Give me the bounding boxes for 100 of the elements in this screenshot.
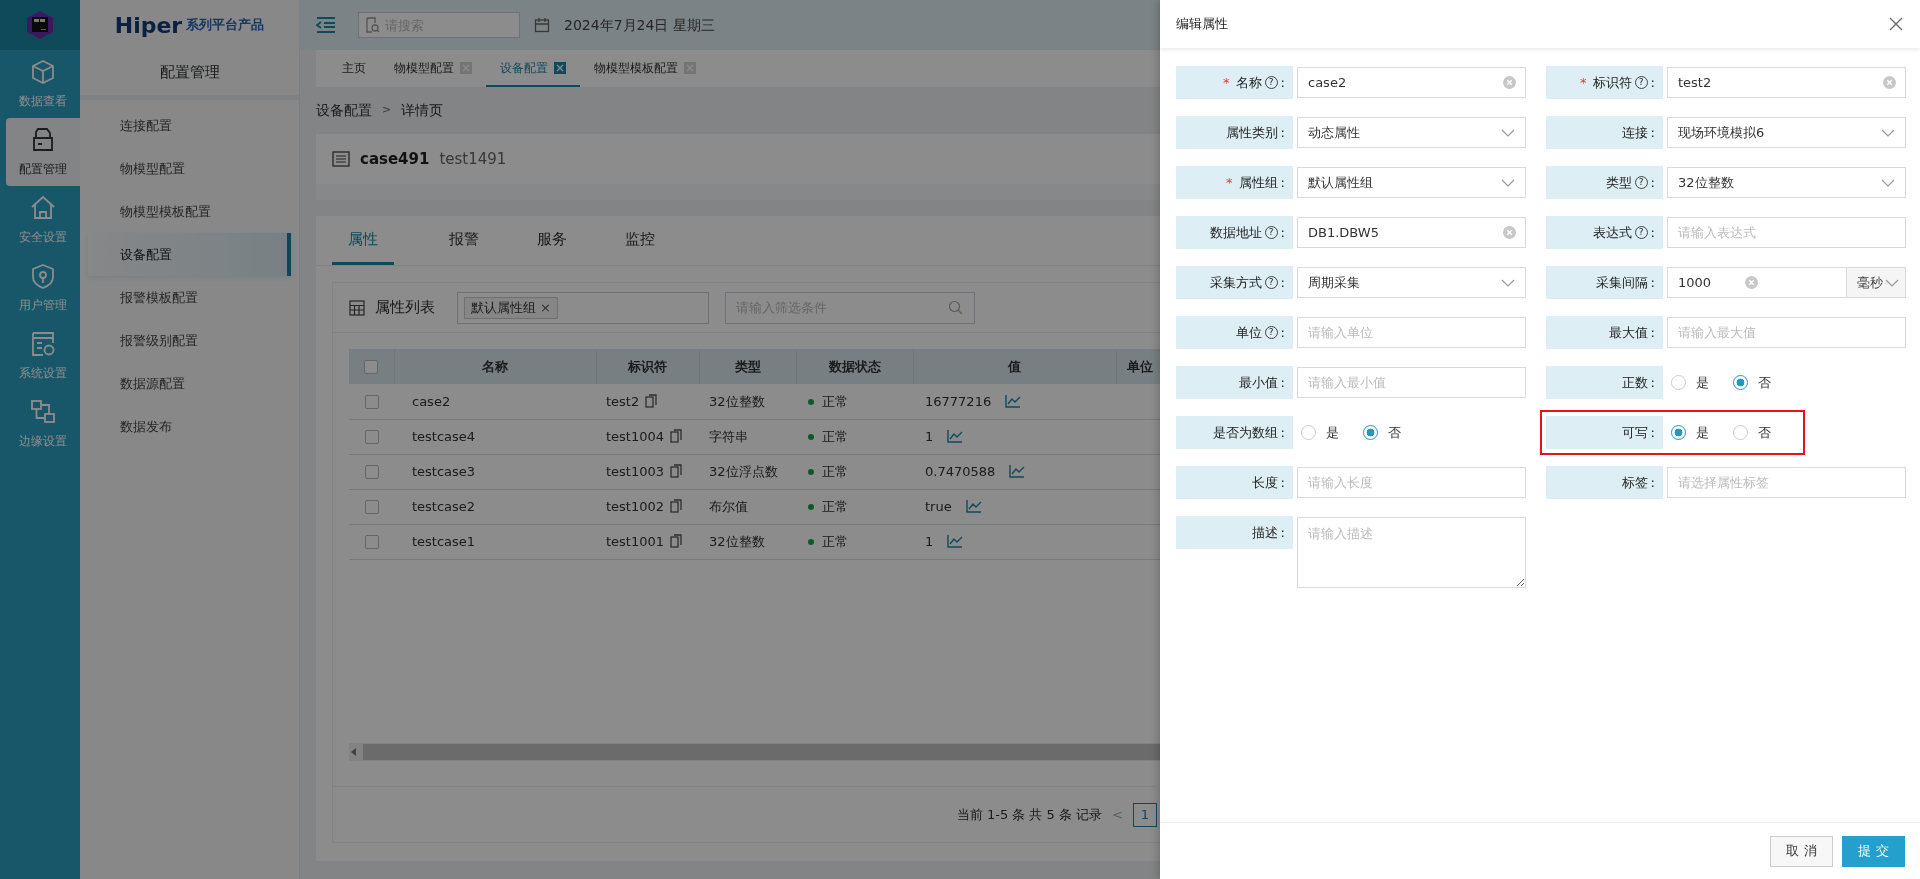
close-button[interactable] <box>1888 16 1904 32</box>
dropdown[interactable]: 默认属性组 <box>1297 167 1526 198</box>
line-chart-icon[interactable] <box>1005 393 1022 408</box>
clear-button[interactable] <box>1503 76 1516 89</box>
rail-nav-item[interactable]: 配置管理 <box>6 118 80 186</box>
chevron-down-icon <box>1885 278 1899 287</box>
radio-option[interactable]: 是 <box>1301 422 1339 443</box>
input-field[interactable]: 请选择属性标签 <box>1667 467 1906 498</box>
page-tab[interactable]: 物模型配置 <box>380 50 486 87</box>
sidebar-item[interactable]: 报警级别配置 <box>88 319 291 362</box>
line-chart-icon[interactable] <box>947 533 964 548</box>
clear-icon <box>1503 226 1516 239</box>
chevron-down-icon <box>1501 178 1515 187</box>
tab-close-icon[interactable] <box>554 61 566 74</box>
page-tab[interactable]: 主页 <box>328 50 380 87</box>
table-cell: 32位浮点数 <box>709 463 778 479</box>
detail-tab[interactable]: 监控 <box>596 216 684 265</box>
sidebar-item[interactable]: 设备配置 <box>88 233 291 276</box>
page-button[interactable]: 1 <box>1133 802 1157 827</box>
status-dot <box>808 399 814 405</box>
label-text: 属性类别 <box>1225 123 1278 142</box>
input-field[interactable]: 请输入最大值 <box>1667 317 1906 348</box>
text-area[interactable]: 请输入描述 <box>1297 517 1526 588</box>
label-text: 连接 <box>1621 123 1648 142</box>
label-text: 长度 <box>1251 473 1278 492</box>
dropdown[interactable]: 动态属性 <box>1297 117 1526 148</box>
clear-button[interactable] <box>1503 226 1516 239</box>
search-icon[interactable] <box>948 299 963 315</box>
input-field[interactable]: test2 <box>1667 67 1906 98</box>
input-field[interactable]: 请输入长度 <box>1297 467 1526 498</box>
line-chart-icon[interactable] <box>965 498 982 513</box>
chevron-down-icon <box>1881 178 1895 187</box>
detail-tab[interactable]: 报警 <box>420 216 508 265</box>
label-colon: : <box>1650 423 1655 442</box>
input-field[interactable]: case2 <box>1297 67 1526 98</box>
copy-icon[interactable] <box>670 428 683 443</box>
breadcrumb-link[interactable]: 设备配置 <box>316 100 372 121</box>
detail-tab[interactable]: 属性 <box>332 216 394 265</box>
row-checkbox[interactable] <box>365 535 379 550</box>
pagination-summary: 当前 1-5 条 共 5 条 记录 <box>956 805 1103 824</box>
dropdown[interactable]: 周期采集 <box>1297 267 1526 298</box>
radio-option[interactable]: 否 <box>1733 372 1771 393</box>
dropdown[interactable]: 现场环境模拟6 <box>1667 117 1906 148</box>
sidebar-item[interactable]: 数据发布 <box>88 405 291 448</box>
radio-option[interactable]: 是 <box>1671 422 1709 443</box>
input-field[interactable]: 请输入表达式 <box>1667 217 1906 248</box>
label-text: 描述 <box>1251 523 1278 542</box>
row-checkbox[interactable] <box>365 395 379 409</box>
input-field[interactable]: 请输入最小值 <box>1297 367 1526 398</box>
submit-button[interactable]: 提 交 <box>1842 835 1905 867</box>
copy-icon[interactable] <box>670 463 683 478</box>
sidebar-item[interactable]: 连接配置 <box>88 104 291 147</box>
device-identifier: test1491 <box>439 148 507 170</box>
label-text: 属性组 <box>1238 173 1278 192</box>
label-text: 数据地址 <box>1209 223 1262 242</box>
chevron-down-icon <box>1881 128 1895 137</box>
group-select[interactable]: 默认属性组 × <box>457 291 709 324</box>
table-cell: 正常 <box>822 533 848 549</box>
label-colon: : <box>1650 473 1655 492</box>
sidebar-item[interactable]: 物模型配置 <box>88 147 291 190</box>
page-tab[interactable]: 设备配置 <box>486 50 580 87</box>
input-field[interactable]: DB1.DBW5 <box>1297 217 1526 248</box>
label-colon: : <box>1280 523 1285 542</box>
row-checkbox[interactable] <box>365 500 379 515</box>
detail-tab[interactable]: 服务 <box>508 216 596 265</box>
table-cell: 1 <box>925 533 934 549</box>
copy-icon[interactable] <box>670 533 683 548</box>
tag-label: 默认属性组 <box>471 298 536 317</box>
sidebar-item[interactable]: 数据源配置 <box>88 362 291 405</box>
label-text: 标识符 <box>1592 73 1632 92</box>
status-dot <box>808 469 814 476</box>
unit-dropdown[interactable]: 毫秒 <box>1846 268 1905 297</box>
select-all-checkbox[interactable] <box>364 360 379 375</box>
line-chart-icon[interactable] <box>1009 463 1026 478</box>
copy-icon[interactable] <box>670 498 683 513</box>
label-colon: : <box>1650 273 1655 292</box>
search-icon <box>364 17 380 33</box>
label-colon: : <box>1280 123 1285 142</box>
clear-button[interactable] <box>1883 76 1896 89</box>
radio-option[interactable]: 否 <box>1733 422 1771 443</box>
input-field[interactable]: 请输入单位 <box>1297 317 1526 348</box>
tab-close-icon[interactable] <box>460 61 472 74</box>
clear-icon <box>1745 276 1758 289</box>
scroll-left-icon[interactable] <box>349 747 359 757</box>
sidebar-item[interactable]: 物模型模板配置 <box>88 190 291 233</box>
table-cell: 32位整数 <box>709 393 765 409</box>
radio-option[interactable]: 否 <box>1363 422 1401 443</box>
menu-collapse-icon[interactable] <box>316 17 336 33</box>
row-checkbox[interactable] <box>365 430 379 445</box>
copy-icon[interactable] <box>645 393 658 408</box>
tab-close-icon[interactable] <box>684 61 696 74</box>
line-chart-icon[interactable] <box>947 428 964 443</box>
sidebar-item[interactable]: 报警模板配置 <box>88 276 291 319</box>
cancel-button[interactable]: 取 消 <box>1770 835 1833 867</box>
row-checkbox[interactable] <box>365 465 379 480</box>
clear-button[interactable] <box>1745 276 1758 289</box>
page-tab[interactable]: 物模型模板配置 <box>580 50 710 87</box>
dropdown[interactable]: 32位整数 <box>1667 167 1906 198</box>
radio-option[interactable]: 是 <box>1671 372 1709 393</box>
tag-remove-button[interactable]: × <box>540 297 551 318</box>
